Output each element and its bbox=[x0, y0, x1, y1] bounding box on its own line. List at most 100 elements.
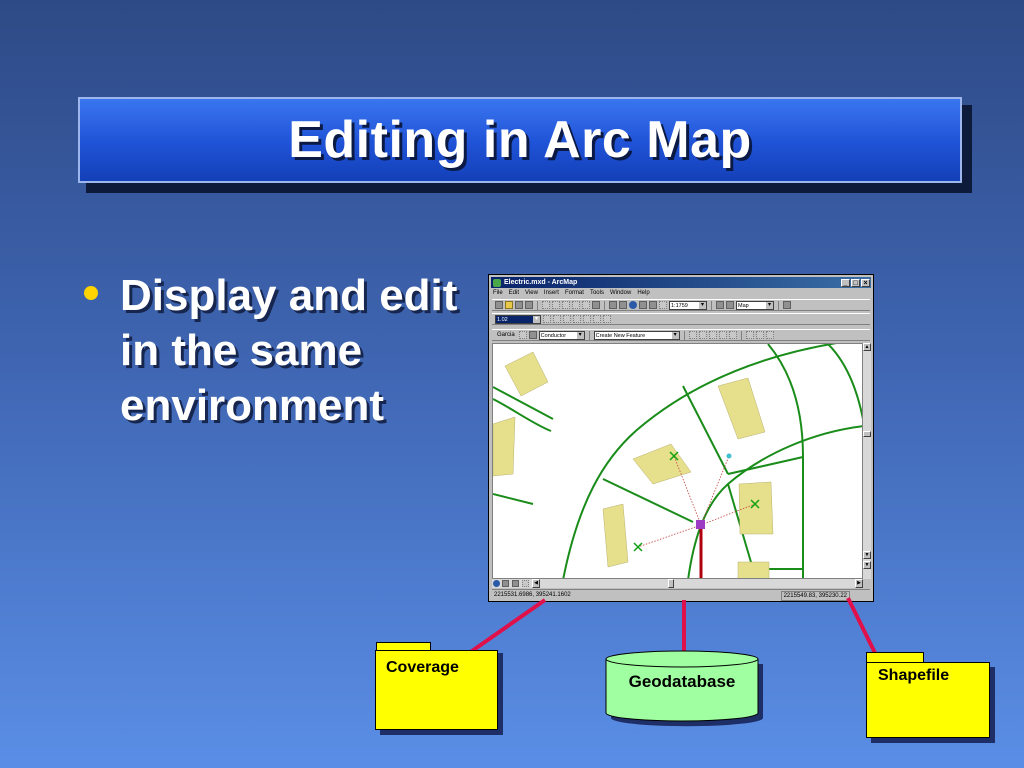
scale-combo[interactable]: 1:1759 bbox=[669, 300, 707, 310]
parcel-line bbox=[493, 493, 534, 505]
refresh-icon[interactable] bbox=[512, 580, 519, 587]
editor-workspace-menu[interactable]: Garcia bbox=[495, 331, 517, 340]
standard-toolbar: 1:1759 Map bbox=[492, 299, 870, 311]
network-tool-6-icon[interactable] bbox=[745, 331, 754, 339]
title-banner: Editing in Arc Map bbox=[78, 97, 962, 183]
menu-edit[interactable]: Edit bbox=[509, 289, 519, 298]
version-tool-4-icon[interactable] bbox=[573, 315, 581, 323]
toolbar-separator bbox=[711, 300, 712, 310]
menu-view[interactable]: View bbox=[525, 289, 538, 298]
scroll-down-page-icon[interactable]: ▼ bbox=[863, 561, 871, 569]
toolbar-separator bbox=[778, 300, 779, 310]
zoom-out-fixed-icon[interactable] bbox=[619, 301, 627, 309]
transformer-node[interactable] bbox=[696, 520, 705, 529]
menu-file[interactable]: File bbox=[493, 289, 503, 298]
edit-arrow-icon[interactable] bbox=[518, 331, 527, 339]
hscroll-thumb[interactable] bbox=[668, 579, 674, 588]
copy-icon[interactable] bbox=[572, 301, 580, 309]
save-icon[interactable] bbox=[515, 301, 523, 309]
building-footprint bbox=[737, 561, 770, 578]
minimize-button[interactable]: _ bbox=[841, 278, 850, 287]
network-tool-2-icon[interactable] bbox=[698, 331, 707, 339]
menu-tools[interactable]: Tools bbox=[590, 289, 604, 298]
vertical-scrollbar[interactable]: ▲ ▼ ▼ bbox=[863, 343, 871, 579]
status-coordinate-readout: 2215549.83, 395230.22 bbox=[780, 591, 850, 601]
parcel-line bbox=[727, 456, 804, 475]
redo-icon[interactable] bbox=[552, 301, 560, 309]
menu-insert[interactable]: Insert bbox=[544, 289, 559, 298]
print-icon[interactable] bbox=[525, 301, 533, 309]
horizontal-scrollbar[interactable]: ◀ ▶ bbox=[492, 579, 863, 588]
geodatabase-label: Geodatabase bbox=[628, 672, 736, 691]
network-tool-1-icon[interactable] bbox=[688, 331, 697, 339]
arcmap-window: Electric.mxd - ArcMap _ □ × File Edit Vi… bbox=[488, 274, 874, 602]
shapefile-connector bbox=[846, 597, 878, 656]
sketch-pencil-icon[interactable] bbox=[528, 331, 537, 339]
map-canvas[interactable] bbox=[493, 344, 863, 579]
task-combo[interactable]: Create New Feature bbox=[593, 330, 680, 340]
building-footprint bbox=[632, 443, 692, 485]
version-toolbar: 1.02 bbox=[492, 313, 870, 325]
version-tool-3-icon[interactable] bbox=[563, 315, 571, 323]
pause-drawing-icon[interactable] bbox=[522, 580, 529, 587]
shapefile-label: Shapefile bbox=[878, 667, 950, 684]
version-tool-6-icon[interactable] bbox=[593, 315, 601, 323]
close-button[interactable]: × bbox=[861, 278, 870, 287]
full-extent-icon[interactable] bbox=[629, 301, 637, 309]
toolbar-separator bbox=[537, 300, 538, 310]
editor-toolbar: Garcia Conductor Create New Feature bbox=[492, 329, 870, 341]
layer-combo[interactable]: Map bbox=[736, 300, 774, 310]
network-tool-5-icon[interactable] bbox=[728, 331, 737, 339]
identify-icon[interactable] bbox=[716, 301, 724, 309]
layout-view-icon[interactable] bbox=[502, 580, 509, 587]
network-tool-4-icon[interactable] bbox=[718, 331, 727, 339]
scroll-left-arrow-icon[interactable]: ◀ bbox=[532, 579, 540, 588]
toolbar-separator bbox=[588, 330, 590, 340]
scroll-up-arrow-icon[interactable]: ▲ bbox=[863, 343, 871, 351]
window-titlebar[interactable]: Electric.mxd - ArcMap _ □ × bbox=[491, 277, 871, 288]
network-tool-3-icon[interactable] bbox=[708, 331, 717, 339]
pan-icon[interactable] bbox=[659, 301, 667, 309]
delete-icon[interactable] bbox=[592, 301, 600, 309]
scroll-thumb[interactable] bbox=[863, 431, 871, 437]
scroll-right-arrow-icon[interactable]: ▶ bbox=[855, 579, 863, 588]
building-footprint bbox=[493, 416, 516, 477]
parcel-line bbox=[827, 344, 862, 420]
parcel-line bbox=[767, 344, 804, 458]
zoom-in-fixed-icon[interactable] bbox=[609, 301, 617, 309]
menu-format[interactable]: Format bbox=[565, 289, 584, 298]
slide-title: Editing in Arc Map bbox=[288, 111, 752, 169]
scroll-down-arrow-icon[interactable]: ▼ bbox=[863, 551, 871, 559]
target-layer-combo[interactable]: Conductor bbox=[538, 330, 585, 340]
vertex-marker bbox=[726, 453, 732, 459]
toolbar-separator bbox=[740, 330, 742, 340]
menu-help[interactable]: Help bbox=[637, 289, 649, 298]
network-tool-8-icon[interactable] bbox=[765, 331, 774, 339]
window-title: Electric.mxd - ArcMap bbox=[504, 279, 578, 286]
zoom-in-icon[interactable] bbox=[639, 301, 647, 309]
parcel-line bbox=[682, 385, 729, 475]
data-view-icon[interactable] bbox=[493, 580, 500, 587]
version-tool-1-icon[interactable] bbox=[543, 315, 551, 323]
version-tool-7-icon[interactable] bbox=[603, 315, 611, 323]
version-tool-2-icon[interactable] bbox=[553, 315, 561, 323]
maximize-button[interactable]: □ bbox=[851, 278, 860, 287]
version-combo[interactable]: 1.02 bbox=[495, 314, 541, 324]
open-folder-icon[interactable] bbox=[505, 301, 513, 309]
building-footprint bbox=[602, 503, 629, 568]
undo-icon[interactable] bbox=[542, 301, 550, 309]
zoom-out-icon[interactable] bbox=[649, 301, 657, 309]
version-tool-5-icon[interactable] bbox=[583, 315, 591, 323]
new-document-icon[interactable] bbox=[495, 301, 503, 309]
menu-window[interactable]: Window bbox=[610, 289, 631, 298]
paste-icon[interactable] bbox=[582, 301, 590, 309]
map-view[interactable] bbox=[492, 343, 863, 579]
bullet-dot-icon bbox=[84, 286, 98, 300]
whats-this-icon[interactable] bbox=[783, 301, 791, 309]
building-footprint bbox=[504, 351, 549, 397]
cut-icon[interactable] bbox=[562, 301, 570, 309]
status-coordinates: 2215531.6986, 395241.1602 bbox=[494, 592, 571, 598]
network-tool-7-icon[interactable] bbox=[755, 331, 764, 339]
find-icon[interactable] bbox=[726, 301, 734, 309]
menu-bar: File Edit View Insert Format Tools Windo… bbox=[493, 289, 871, 298]
